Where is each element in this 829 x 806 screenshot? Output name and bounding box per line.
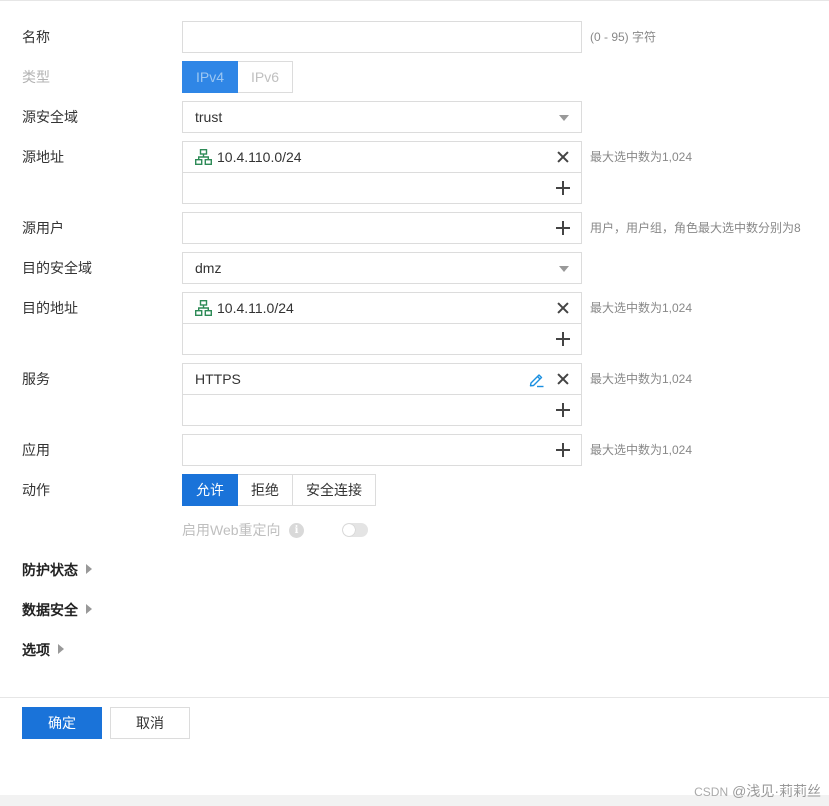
src-addr-value: 10.4.110.0/24: [217, 149, 302, 165]
ipv6-option: IPv6: [238, 61, 294, 93]
plus-icon[interactable]: [555, 402, 571, 418]
app-hint: 最大选中数为1,024: [590, 443, 693, 457]
src-addr-add-row[interactable]: [182, 172, 582, 204]
web-redirect-switch: [342, 523, 368, 537]
name-hint: (0 - 95) 字符: [590, 30, 657, 44]
src-addr-item: 10.4.110.0/24: [182, 141, 582, 173]
service-label: 服务: [22, 371, 50, 387]
dst-zone-label: 目的安全域: [22, 260, 92, 276]
section-protection-status[interactable]: 防护状态: [22, 560, 92, 580]
caret-right-icon: [86, 604, 92, 614]
chevron-down-icon: [559, 115, 569, 121]
network-icon: [195, 300, 212, 316]
watermark-source: CSDN: [694, 785, 729, 799]
action-deny-option[interactable]: 拒绝: [238, 474, 293, 506]
section-options-label: 选项: [22, 642, 50, 658]
src-addr-hint: 最大选中数为1,024: [590, 150, 693, 164]
web-redirect-label: 启用Web重定向: [182, 522, 281, 538]
name-input[interactable]: [182, 21, 582, 53]
app-label: 应用: [22, 442, 50, 458]
plus-icon[interactable]: [555, 442, 571, 458]
service-hint: 最大选中数为1,024: [590, 372, 693, 386]
src-zone-label: 源安全域: [22, 109, 78, 125]
watermark-author: @浅见·莉莉丝: [732, 783, 821, 799]
action-label: 动作: [22, 482, 50, 498]
action-toggle: 允许 拒绝 安全连接: [182, 474, 376, 506]
type-label: 类型: [22, 69, 50, 85]
dst-addr-item: 10.4.11.0/24: [182, 292, 582, 324]
plus-icon[interactable]: [555, 331, 571, 347]
info-icon: i: [289, 523, 304, 538]
close-icon[interactable]: [555, 371, 571, 387]
close-icon[interactable]: [555, 149, 571, 165]
src-zone-value: trust: [195, 109, 223, 125]
policy-form-panel: 名称 (0 - 95) 字符 类型 IPv4 IPv6 源安全域 trust 源…: [0, 0, 829, 799]
section-data-security-label: 数据安全: [22, 602, 78, 618]
section-data-security[interactable]: 数据安全: [22, 600, 92, 620]
src-addr-label: 源地址: [22, 149, 64, 165]
action-secure-connect-option[interactable]: 安全连接: [293, 474, 376, 506]
dst-addr-value: 10.4.11.0/24: [217, 300, 294, 316]
dst-addr-hint: 最大选中数为1,024: [590, 301, 693, 315]
dst-zone-value: dmz: [195, 260, 222, 276]
ipv4-option: IPv4: [182, 61, 239, 93]
service-value: HTTPS: [195, 371, 241, 387]
footer-divider: [0, 697, 829, 698]
dst-addr-add-row[interactable]: [182, 323, 582, 355]
switch-knob: [343, 524, 355, 536]
plus-icon[interactable]: [555, 180, 571, 196]
network-icon: [195, 149, 212, 165]
src-user-hint: 用户，用户组，角色最大选中数分别为8: [590, 221, 801, 235]
confirm-button[interactable]: 确定: [22, 707, 102, 739]
ip-version-toggle: IPv4 IPv6: [182, 61, 294, 93]
chevron-down-icon: [559, 266, 569, 272]
cancel-button[interactable]: 取消: [110, 707, 190, 739]
caret-right-icon: [86, 564, 92, 574]
action-allow-option[interactable]: 允许: [182, 474, 238, 506]
dst-zone-select[interactable]: dmz: [182, 252, 582, 284]
close-icon[interactable]: [555, 300, 571, 316]
app-add-row[interactable]: [182, 434, 582, 466]
src-user-add-row[interactable]: [182, 212, 582, 244]
service-item: HTTPS: [182, 363, 582, 395]
section-options[interactable]: 选项: [22, 640, 64, 660]
caret-right-icon: [58, 644, 64, 654]
name-label: 名称: [22, 29, 50, 45]
plus-icon[interactable]: [555, 220, 571, 236]
edit-icon[interactable]: [528, 371, 545, 388]
service-add-row[interactable]: [182, 394, 582, 426]
src-user-label: 源用户: [22, 220, 64, 236]
dst-addr-label: 目的地址: [22, 300, 78, 316]
src-zone-select[interactable]: trust: [182, 101, 582, 133]
watermark: CSDN @浅见·莉莉丝: [694, 781, 821, 801]
section-protection-status-label: 防护状态: [22, 562, 78, 578]
